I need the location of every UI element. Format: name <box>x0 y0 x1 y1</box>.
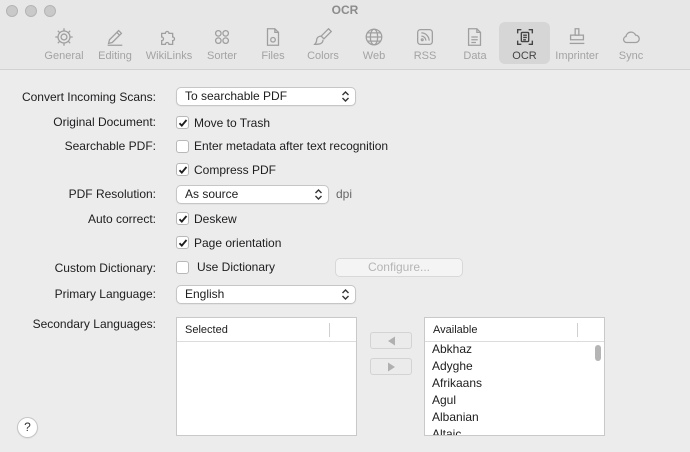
custom-dictionary-label: Custom Dictionary: <box>54 261 156 275</box>
checkmark-icon <box>178 119 188 127</box>
pdf-resolution-popup[interactable]: As source <box>176 185 329 204</box>
pdf-resolution-label: PDF Resolution: <box>68 187 156 201</box>
paintbrush-icon <box>313 27 333 45</box>
tab-data-label: Data <box>463 50 487 62</box>
scan-text-icon <box>516 28 533 46</box>
available-languages-list[interactable]: Available Abkhaz Adyghe Afrikaans Agul A… <box>424 317 605 436</box>
tab-wikilinks-label: WikiLinks <box>145 50 193 62</box>
primary-language-value: English <box>185 287 225 301</box>
checkmark-icon <box>178 215 188 223</box>
tab-sorter-label: Sorter <box>207 50 237 62</box>
use-dictionary-label: Use Dictionary <box>197 260 276 274</box>
tab-wikilinks[interactable]: WikiLinks <box>143 22 195 64</box>
tab-ocr[interactable]: OCR <box>499 22 550 64</box>
chevron-updown-icon <box>342 91 349 102</box>
compress-pdf-checkbox[interactable] <box>176 163 189 176</box>
tab-files[interactable]: Files <box>247 22 299 64</box>
list-item[interactable]: Abkhaz <box>432 342 472 356</box>
page-orientation-label: Page orientation <box>194 236 282 250</box>
tab-editing-label: Editing <box>98 50 132 62</box>
tab-web-label: Web <box>362 50 386 62</box>
auto-correct-label: Auto correct: <box>87 212 156 226</box>
tab-imprinter[interactable]: Imprinter <box>551 22 603 64</box>
checkmark-icon <box>178 166 188 174</box>
checkmark-icon <box>178 239 188 247</box>
list-item[interactable]: Adyghe <box>432 359 473 373</box>
list-item[interactable]: Agul <box>432 393 456 407</box>
convert-scans-popup[interactable]: To searchable PDF <box>176 87 356 106</box>
tab-rss[interactable]: RSS <box>399 22 451 64</box>
rss-icon <box>417 29 433 45</box>
original-document-label: Original Document: <box>53 115 156 129</box>
tab-web[interactable]: Web <box>348 22 400 64</box>
tab-rss-label: RSS <box>413 50 437 62</box>
tab-ocr-label: OCR <box>512 50 537 62</box>
document-gear-icon <box>266 28 280 46</box>
column-divider <box>577 323 578 337</box>
move-to-trash-checkbox[interactable] <box>176 116 189 129</box>
list-item[interactable]: Albanian <box>432 410 479 424</box>
window-title: OCR <box>331 3 359 17</box>
tab-sync-label: Sync <box>618 50 644 62</box>
globe-icon <box>365 28 383 46</box>
triangle-right-icon <box>388 362 395 372</box>
compress-pdf-label: Compress PDF <box>194 163 277 177</box>
move-to-trash-label: Move to Trash <box>194 116 271 130</box>
pdf-resolution-value: As source <box>185 187 239 201</box>
add-language-button[interactable] <box>370 332 412 349</box>
chevron-updown-icon <box>315 189 322 200</box>
circles-icon <box>214 29 230 45</box>
database-document-icon <box>467 28 482 46</box>
stamp-icon <box>569 28 585 45</box>
list-item[interactable]: Altaic <box>432 427 461 435</box>
configure-button[interactable]: Configure... <box>335 258 463 277</box>
tab-files-label: Files <box>261 50 285 62</box>
secondary-languages-label: Secondary Languages: <box>32 317 156 331</box>
remove-language-button[interactable] <box>370 358 412 375</box>
tab-data[interactable]: Data <box>449 22 501 64</box>
selected-languages-list[interactable]: Selected <box>176 317 357 436</box>
puzzle-icon <box>161 30 176 45</box>
tab-sync[interactable]: Sync <box>605 22 657 64</box>
help-button[interactable]: ? <box>17 417 38 438</box>
chevron-updown-icon <box>342 289 349 300</box>
tab-general-label: General <box>44 50 84 62</box>
primary-language-popup[interactable]: English <box>176 285 356 304</box>
convert-scans-label: Convert Incoming Scans: <box>21 90 156 104</box>
column-divider <box>329 323 330 337</box>
list-scrollbar-thumb[interactable] <box>595 345 601 361</box>
tab-sorter[interactable]: Sorter <box>196 22 248 64</box>
deskew-label: Deskew <box>194 212 237 226</box>
searchable-pdf-label: Searchable PDF: <box>64 139 156 153</box>
gear-icon <box>55 28 73 46</box>
dpi-unit-label: dpi <box>336 187 353 201</box>
tab-editing[interactable]: Editing <box>89 22 141 64</box>
tab-colors-label: Colors <box>307 50 339 62</box>
enter-metadata-label: Enter metadata after text recognition <box>194 139 389 153</box>
cloud-icon <box>623 31 640 44</box>
triangle-left-icon <box>388 336 395 346</box>
enter-metadata-checkbox[interactable] <box>176 140 189 153</box>
tab-general[interactable]: General <box>38 22 90 64</box>
deskew-checkbox[interactable] <box>176 212 189 225</box>
tab-colors[interactable]: Colors <box>297 22 349 64</box>
tab-imprinter-label: Imprinter <box>555 50 599 62</box>
list-item[interactable]: Afrikaans <box>432 376 482 390</box>
pencil-icon <box>107 29 123 46</box>
window-titlebar: OCR General Editing WikiLinks Sorter Fil… <box>0 0 690 70</box>
use-dictionary-checkbox[interactable] <box>176 261 189 274</box>
convert-scans-value: To searchable PDF <box>185 89 288 103</box>
primary-language-label: Primary Language: <box>54 287 156 301</box>
page-orientation-checkbox[interactable] <box>176 236 189 249</box>
